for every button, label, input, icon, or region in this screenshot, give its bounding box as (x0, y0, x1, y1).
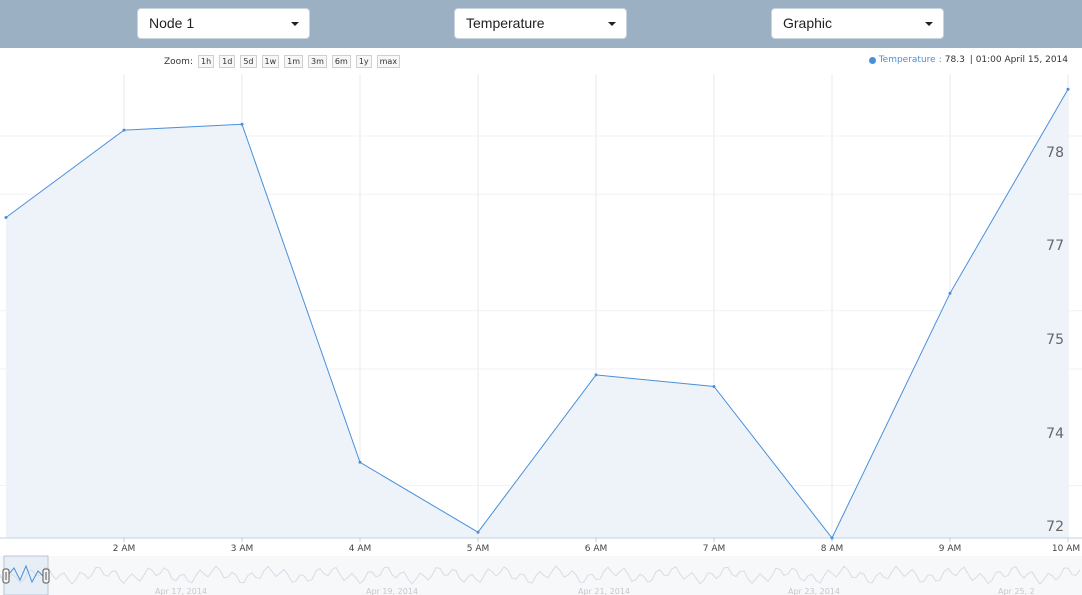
y-tick-label: 77 (1046, 238, 1064, 254)
y-tick-label: 75 (1046, 332, 1064, 348)
data-point (948, 291, 952, 295)
navigator-date-label: Apr 17, 2014 (155, 587, 207, 595)
data-point (476, 530, 480, 534)
data-point (830, 536, 834, 540)
x-tick-label: 9 AM (939, 544, 962, 554)
x-axis-ticks: 2 AM 3 AM 4 AM 5 AM 6 AM 7 AM 8 AM 9 AM 10 AM (113, 538, 1080, 554)
data-point (594, 373, 598, 377)
x-tick-label: 6 AM (585, 544, 608, 554)
y-tick-label: 78 (1046, 145, 1064, 161)
data-point (1066, 87, 1070, 91)
y-tick-label: 72 (1046, 519, 1064, 535)
x-tick-label: 2 AM (113, 544, 136, 554)
data-point (712, 385, 716, 388)
x-tick-label: 5 AM (467, 544, 490, 554)
data-point (358, 460, 362, 464)
navigator-date-label: Apr 21, 2014 (578, 587, 630, 595)
temperature-chart: 2 AM 3 AM 4 AM 5 AM 6 AM 7 AM 8 AM 9 AM 10 AM 72… (0, 74, 1082, 595)
navigator-date-label: Apr 25, 2 (998, 587, 1035, 595)
x-tick-label: 3 AM (231, 544, 254, 554)
data-point (122, 128, 126, 132)
navigator-date-label: Apr 23, 2014 (788, 587, 840, 595)
x-tick-label: 10 AM (1052, 544, 1080, 554)
y-tick-label: 74 (1046, 426, 1064, 442)
navigator: Apr 17, 2014 Apr 19, 2014 Apr 21, 2014 Apr … (0, 555, 1082, 595)
x-tick-label: 7 AM (703, 544, 726, 554)
navigator-date-label: Apr 19, 2014 (366, 587, 418, 595)
series-area (6, 89, 1068, 539)
data-point (4, 216, 8, 219)
x-tick-label: 4 AM (349, 544, 372, 554)
data-point (240, 122, 244, 126)
x-tick-label: 8 AM (821, 544, 844, 554)
